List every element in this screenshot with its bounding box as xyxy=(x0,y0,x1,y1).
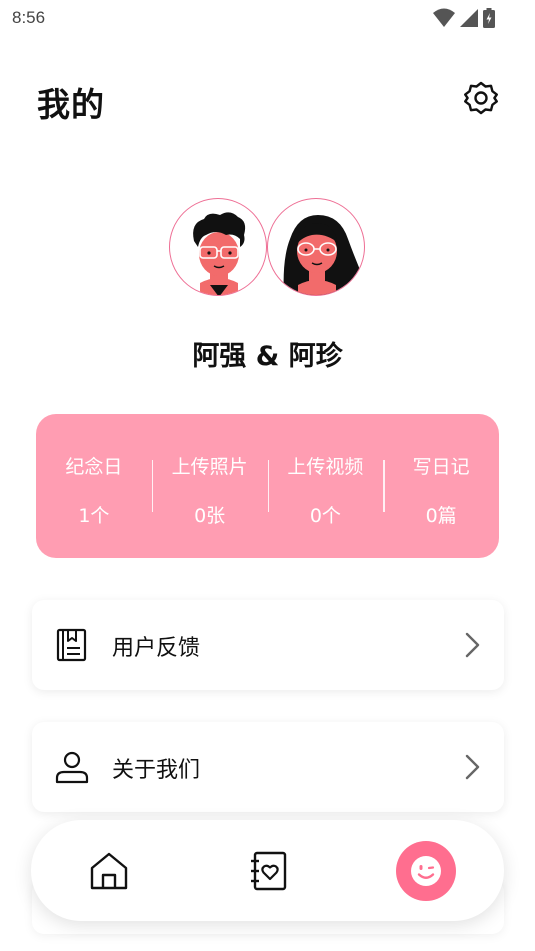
settings-button[interactable] xyxy=(461,78,501,118)
nav-home-button[interactable] xyxy=(79,841,139,901)
menu-item-feedback[interactable]: 用户反馈 xyxy=(32,600,504,690)
couple-names: 阿强 & 阿珍 xyxy=(192,341,343,372)
status-time: 8:56 xyxy=(12,8,46,27)
gear-icon xyxy=(464,81,498,115)
female-avatar-illustration xyxy=(283,215,364,295)
menu-item-label: 用户反馈 xyxy=(112,636,201,661)
page-title: 我的 xyxy=(37,85,105,124)
diary-heart-icon xyxy=(251,851,287,891)
stat-label: 写日记 xyxy=(412,456,470,478)
menu-item-label: 关于我们 xyxy=(112,758,201,783)
nav-diary-button[interactable] xyxy=(238,841,298,901)
stat-videos[interactable]: 上传视频 0个 xyxy=(267,414,384,558)
stat-label: 纪念日 xyxy=(65,456,123,478)
bottom-nav xyxy=(31,820,504,921)
stat-label: 上传照片 xyxy=(171,456,248,478)
male-avatar-illustration xyxy=(193,212,246,295)
stat-value: 0个 xyxy=(309,505,341,527)
stat-diaries[interactable]: 写日记 0篇 xyxy=(383,414,499,558)
status-bar: 8:56 xyxy=(0,0,535,38)
couple-avatars xyxy=(169,198,369,298)
stat-value: 0篇 xyxy=(425,505,457,527)
status-icons xyxy=(433,8,495,28)
stat-value: 1个 xyxy=(78,505,110,527)
wifi-icon xyxy=(433,8,455,27)
feedback-book-icon xyxy=(56,628,87,662)
stat-photos[interactable]: 上传照片 0张 xyxy=(151,414,268,558)
male-avatar[interactable] xyxy=(169,198,267,296)
nav-me-button[interactable] xyxy=(396,841,456,901)
home-icon xyxy=(90,852,128,890)
signal-icon xyxy=(460,9,478,27)
stats-card: 纪念日 1个 上传照片 0张 上传视频 0个 写日记 0篇 xyxy=(36,414,499,558)
stat-value: 0张 xyxy=(194,505,226,527)
stat-anniversary[interactable]: 纪念日 1个 xyxy=(36,414,152,558)
menu-item-about[interactable]: 关于我们 xyxy=(32,722,504,812)
chevron-right-icon xyxy=(465,754,480,780)
smile-face-icon xyxy=(411,856,441,886)
person-icon xyxy=(55,751,89,784)
female-avatar[interactable] xyxy=(267,198,365,296)
chevron-right-icon xyxy=(465,632,480,658)
battery-charging-icon xyxy=(483,8,495,28)
stat-label: 上传视频 xyxy=(287,456,364,478)
